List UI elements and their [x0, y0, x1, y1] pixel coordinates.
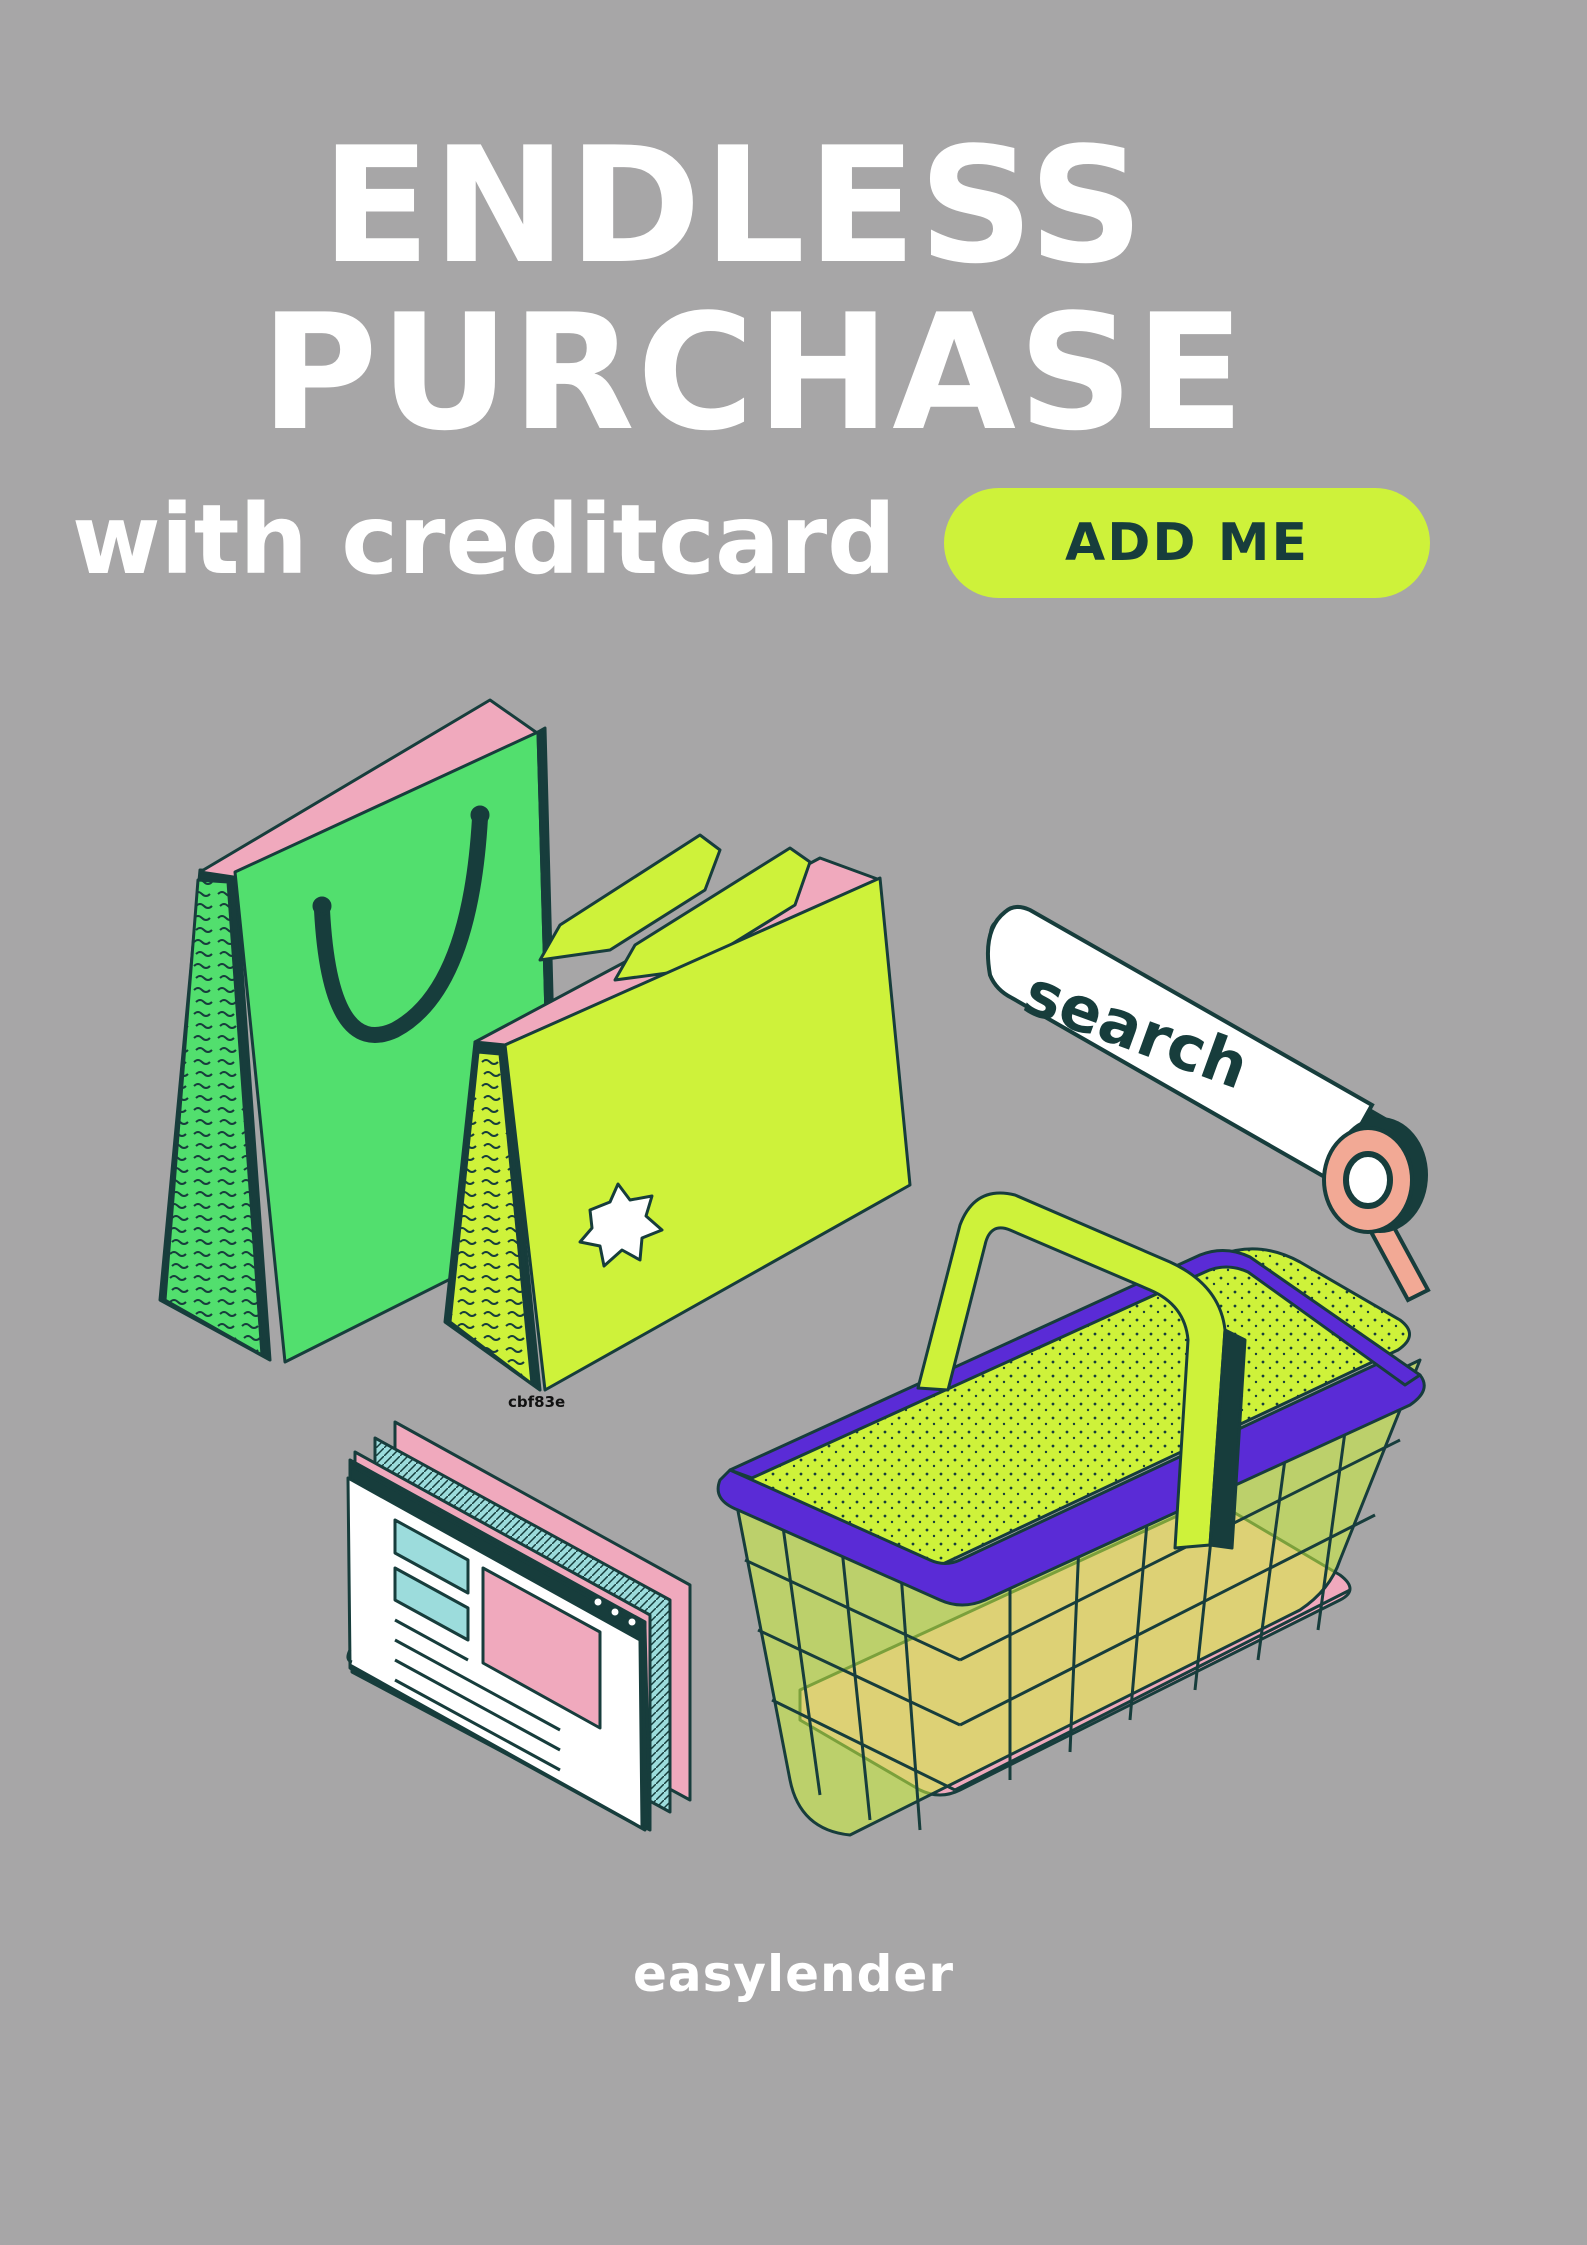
browser-window-icon — [346, 1420, 692, 1832]
brand-name: easylender — [632, 1945, 954, 2003]
shopping-illustration: cbf83e search — [158, 698, 1431, 1837]
bag-tag-label: cbf83e — [508, 1393, 565, 1411]
search-icon — [1322, 1117, 1431, 1303]
shopping-basket-icon — [716, 1191, 1426, 1837]
